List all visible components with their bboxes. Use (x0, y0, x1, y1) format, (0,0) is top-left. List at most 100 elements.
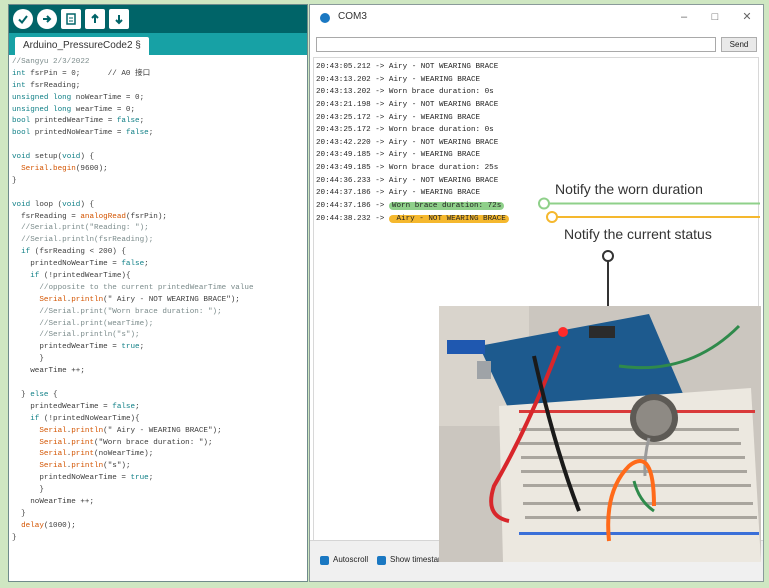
send-button[interactable]: Send (721, 37, 757, 52)
code-line: //Serial.print("Worn brace duration: "); (12, 307, 307, 319)
highlight-worn-duration: Worn brace duration: 72s (388, 202, 505, 211)
code-token: void (12, 153, 31, 162)
code-line: } else { (12, 390, 307, 402)
serial-line: 20:43:49.185 -> Worn brace duration: 25s (314, 162, 758, 175)
arduino-app-icon (320, 13, 330, 23)
code-token: if (30, 272, 40, 281)
serial-line-text: 20:43:13.202 -> Worn brace duration: 0s (316, 88, 494, 97)
code-token: unsigned long (12, 93, 72, 102)
code-line: } (12, 485, 307, 497)
code-line: void loop (void) { (12, 200, 307, 212)
highlight-current-status: Airy - NOT WEARING BRACE (388, 214, 509, 223)
serial-line-text: 20:43:25.172 -> Worn brace duration: 0s (316, 126, 494, 135)
serial-line-text: 20:44:37.186 -> (316, 202, 389, 211)
code-line: //Serial.println(fsrReading); (12, 235, 307, 247)
open-icon[interactable] (85, 9, 105, 29)
code-token: fsrReading; (25, 81, 81, 90)
serial-line-text: 20:44:38.232 -> (316, 214, 389, 223)
code-token: (" Airy - NOT WEARING BRACE"); (103, 295, 240, 304)
code-line: //Serial.println("s"); (12, 330, 307, 342)
serial-line-text: 20:43:42.220 -> Airy - NOT WEARING BRACE (316, 138, 499, 147)
serial-line-text: 20:43:05.212 -> Airy - NOT WEARING BRACE (316, 63, 499, 71)
serial-line-text: 20:43:49.185 -> Worn brace duration: 25s (316, 164, 499, 173)
save-icon[interactable] (109, 9, 129, 29)
serial-line: 20:43:13.202 -> Airy - WEARING BRACE (314, 74, 758, 87)
serial-line-text: 20:43:49.185 -> Airy - WEARING BRACE (316, 151, 481, 160)
code-token: print (71, 450, 95, 459)
code-line: } (12, 354, 307, 366)
code-token: } (12, 176, 17, 185)
code-line: Serial.print(noWearTime); (12, 449, 307, 461)
serial-line: 20:43:05.212 -> Airy - NOT WEARING BRACE (314, 61, 758, 74)
sketch-tab[interactable]: Arduino_PressureCode2 § (15, 37, 149, 55)
serial-line: 20:43:42.220 -> Airy - NOT WEARING BRACE (314, 137, 758, 150)
serial-line-text: 20:43:13.202 -> Airy - WEARING BRACE (316, 75, 481, 84)
code-token: wearTime ++; (12, 367, 85, 376)
code-token: Serial (39, 462, 67, 471)
serial-line: 20:43:25.172 -> Airy - WEARING BRACE (314, 112, 758, 125)
code-token: //Serial.println("s"); (12, 331, 140, 340)
code-line: bool printedNoWearTime = false; (12, 128, 307, 140)
code-token: //opposite to the current printedWearTim… (12, 283, 254, 292)
worn-duration-annotation: Notify the worn duration (551, 181, 707, 197)
code-token: Serial (21, 165, 49, 174)
new-icon[interactable] (61, 9, 81, 29)
code-token: } (12, 486, 44, 495)
code-token: printedNoWearTime = (12, 260, 122, 269)
send-row: Send (316, 37, 757, 53)
code-token: void (12, 200, 31, 209)
code-line: printedNoWearTime = true; (12, 473, 307, 485)
code-token: (noWearTime); (94, 450, 154, 459)
code-token: ; (148, 129, 154, 138)
code-line: noWearTime ++; (12, 497, 307, 509)
code-token: loop ( (30, 200, 63, 209)
breadboard (499, 388, 761, 562)
hardware-illustration (439, 306, 761, 562)
code-token: printedWearTime = (30, 117, 117, 126)
timestamp-label: Show timestan (390, 555, 443, 564)
code-line: printedNoWearTime = false; (12, 259, 307, 271)
code-token: //Serial.println(fsrReading); (12, 236, 154, 245)
code-token: printedWearTime = (12, 402, 113, 411)
send-input[interactable] (316, 37, 716, 52)
code-token: void (62, 153, 81, 162)
code-token: ; (135, 402, 140, 411)
code-token: Serial (39, 450, 67, 459)
autoscroll-checkbox[interactable] (320, 556, 329, 565)
code-token: Serial (39, 426, 67, 435)
code-token: false (112, 402, 136, 411)
minimize-icon[interactable]: – (674, 9, 694, 25)
usb-cable (447, 340, 485, 354)
maximize-icon[interactable]: □ (705, 9, 725, 25)
code-line: if (fsrReading < 200) { (12, 247, 307, 259)
code-token: ; (148, 474, 154, 483)
close-icon[interactable]: ✕ (737, 9, 757, 25)
code-line: //Serial.print("Reading: "); (12, 223, 307, 235)
timestamp-checkbox[interactable] (377, 556, 386, 565)
code-token: begin (53, 165, 76, 174)
code-token: delay (21, 521, 44, 530)
serial-line-text: 20:43:25.172 -> Airy - WEARING BRACE (316, 113, 481, 122)
verify-icon[interactable] (13, 9, 33, 29)
code-token: true (130, 474, 149, 483)
code-token: bool (12, 129, 31, 138)
code-token: //Serial.print("Reading: "); (12, 224, 149, 233)
code-line: //opposite to the current printedWearTim… (12, 283, 307, 295)
serial-line: 20:43:13.202 -> Worn brace duration: 0s (314, 86, 758, 99)
code-token: (" Airy - WEARING BRACE"); (103, 426, 222, 435)
serial-line: 20:43:21.198 -> Airy - NOT WEARING BRACE (314, 99, 758, 112)
code-line: //Serial.print(wearTime); (12, 319, 307, 331)
code-token: (fsrReading < 200) { (30, 248, 126, 257)
code-token: ; (139, 117, 145, 126)
code-token: ) { (80, 153, 95, 162)
code-editor[interactable]: //Sangyu 2/3/2022 int fsrPin = 0; // A0 接… (9, 55, 307, 581)
upload-icon[interactable] (37, 9, 57, 29)
code-token: println (71, 295, 104, 304)
